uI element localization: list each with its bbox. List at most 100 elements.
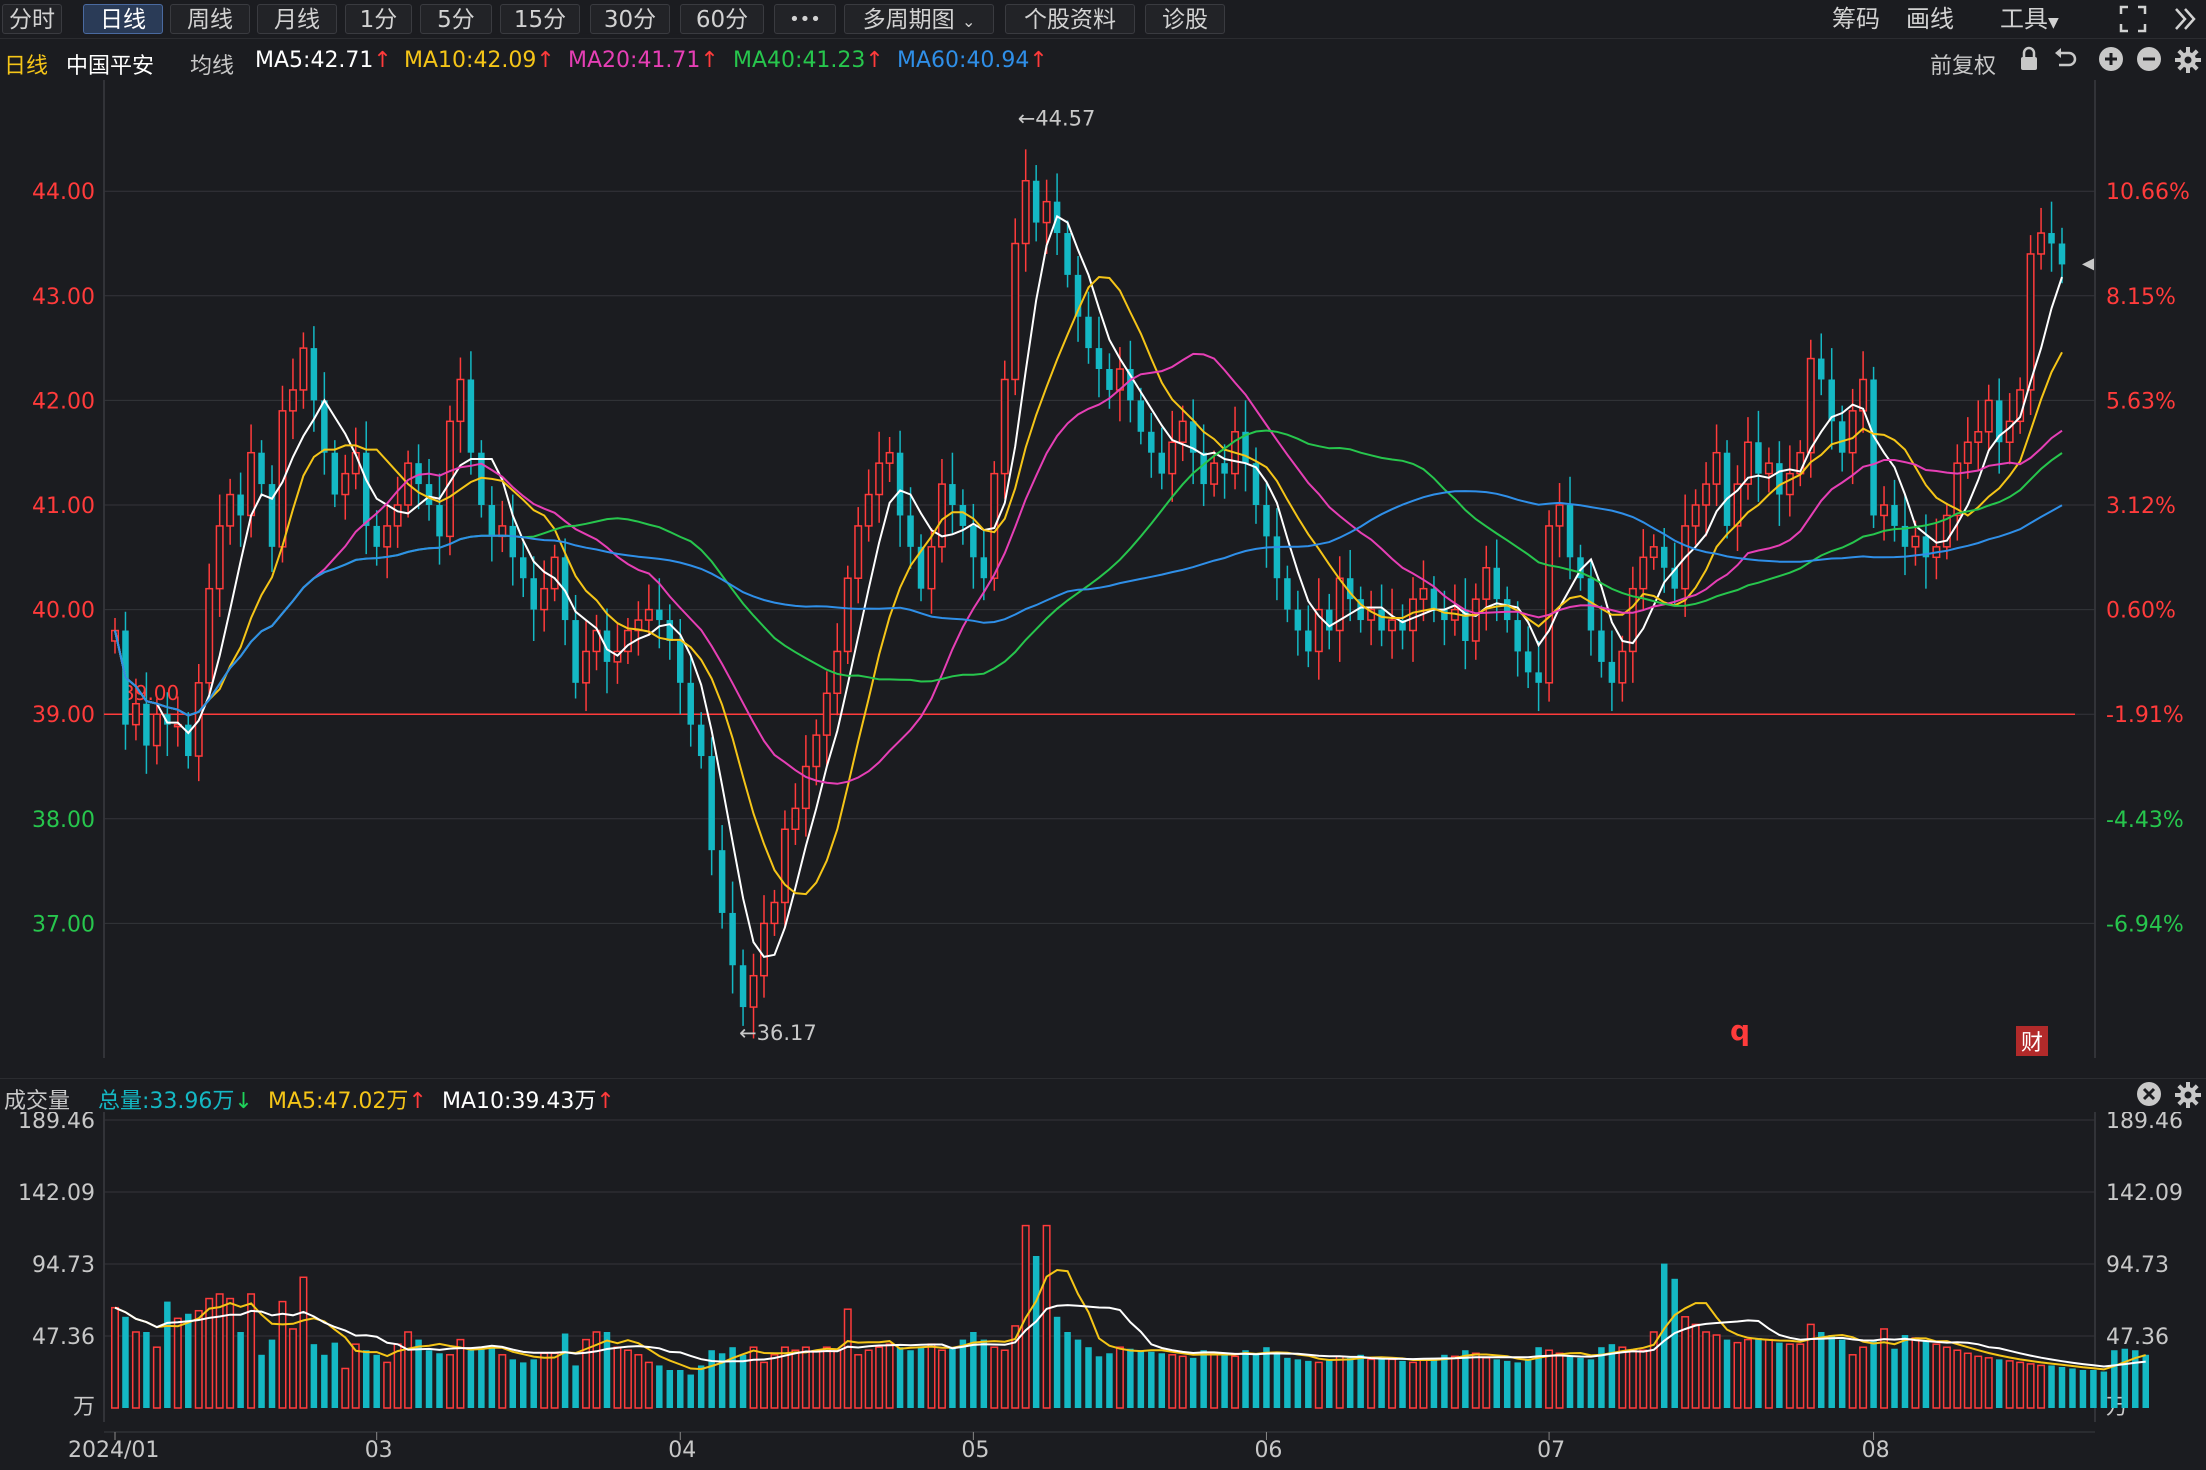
price-tick-label: 40.00 (32, 599, 95, 624)
candle-body (749, 974, 758, 1008)
candle-body (1168, 441, 1177, 475)
candle-body (1503, 599, 1511, 621)
volume-ma10-text: MA10:39.43万 (442, 1089, 597, 1114)
volume-bar (341, 1367, 350, 1409)
volume-bar (2037, 1364, 2046, 1409)
candle-body (1294, 609, 1302, 631)
tab-daily[interactable]: 日线 (83, 4, 163, 34)
tab-intraday[interactable]: 分时 (2, 4, 62, 34)
stock-info-button[interactable]: 个股资料 (1005, 4, 1135, 34)
diagnose-button[interactable]: 诊股 (1145, 4, 1225, 34)
volume-bar (1231, 1355, 1240, 1409)
candle-body (572, 620, 579, 683)
candle-body (718, 850, 726, 913)
price-tick-label: 44.00 (32, 180, 95, 205)
more-button[interactable]: ••• (774, 4, 836, 34)
volume-bar (425, 1350, 433, 1408)
candle-body (1660, 546, 1668, 568)
candle-body (980, 557, 988, 579)
zoom-out-icon[interactable] (2136, 46, 2162, 78)
candle-body (299, 347, 308, 391)
volume-bar (1755, 1338, 1762, 1408)
tab-monthly[interactable]: 月线 (257, 4, 337, 34)
volume-bar (1127, 1348, 1134, 1408)
tab-5min[interactable]: 5分 (420, 4, 492, 34)
candle-body (1838, 421, 1846, 453)
candle-body (331, 452, 339, 495)
tab-weekly[interactable]: 周线 (170, 4, 250, 34)
chips-button[interactable]: 筹码 (1832, 4, 1880, 34)
volume-ma10: MA10:39.43万↑ (442, 1083, 615, 1115)
volume-bar (1870, 1341, 1877, 1408)
tab-1min[interactable]: 1分 (345, 4, 412, 34)
volume-bar (299, 1276, 308, 1409)
candle-body (205, 587, 214, 684)
adjust-toggle[interactable]: 前复权 (1930, 48, 1996, 80)
volume-bar (1743, 1338, 1752, 1409)
volume-bar (550, 1352, 559, 1409)
volume-bar (822, 1346, 831, 1409)
total-volume: 总量:33.96万↓ (98, 1083, 253, 1115)
fullscreen-icon[interactable] (2118, 4, 2148, 34)
tools-menu[interactable]: 工具▼ (2000, 4, 2059, 34)
volume-bar (1378, 1357, 1385, 1408)
volume-tick-label: 47.36 (32, 1325, 95, 1350)
tab-30min[interactable]: 30分 (590, 4, 670, 34)
volume-bar (1806, 1323, 1815, 1409)
draw-line-button[interactable]: 画线 (1906, 4, 1954, 34)
volume-bar (1419, 1358, 1428, 1409)
volume-bar (801, 1346, 810, 1409)
volume-bar (1242, 1350, 1249, 1408)
volume-bar (677, 1369, 684, 1408)
volume-bar (1764, 1338, 1773, 1409)
lock-icon[interactable] (2018, 46, 2040, 78)
volume-bar (478, 1347, 485, 1408)
candle-body (341, 472, 350, 496)
volume-bar (194, 1309, 203, 1409)
candle-body (1723, 452, 1731, 526)
candle-body (1859, 378, 1868, 412)
date-tick-label: 07 (1537, 1438, 1565, 1463)
close-panel-icon[interactable] (2136, 1081, 2162, 1113)
candle-body (949, 484, 956, 505)
candle-body (1702, 483, 1711, 506)
candle-body (247, 451, 256, 517)
multi-period-dropdown[interactable]: 多周期图 ⌄ (844, 4, 994, 34)
ma-label[interactable]: 均线 (190, 48, 234, 80)
undo-icon[interactable] (2052, 46, 2078, 78)
volume-bar (1984, 1357, 1993, 1409)
volume-bar (1335, 1355, 1344, 1409)
financial-report-marker[interactable]: 财 (2021, 1031, 2043, 1056)
tab-60min[interactable]: 60分 (680, 4, 764, 34)
candle-body (1085, 316, 1092, 349)
volume-chart[interactable]: 47.36 47.36 94.73 94.73 142.09 142.09 189.46 18… (0, 1112, 2206, 1470)
volume-bar (1367, 1358, 1376, 1409)
event-marker-q[interactable]: q (1730, 1014, 1750, 1047)
volume-bar (1514, 1362, 1521, 1408)
candle-body (1535, 672, 1542, 683)
volume-bar (1305, 1360, 1312, 1408)
volume-bar (488, 1347, 496, 1408)
candle-body (1806, 357, 1815, 454)
candle-body (1566, 505, 1574, 558)
tools-label: 工具 (2000, 5, 2048, 33)
settings-gear-icon[interactable] (2174, 46, 2202, 80)
tab-15min[interactable]: 15分 (500, 4, 580, 34)
candle-body (530, 578, 537, 610)
volume-bar (1618, 1346, 1627, 1409)
volume-bar (362, 1350, 370, 1408)
candle-body (582, 650, 591, 684)
price-tick-label: 43.00 (32, 285, 95, 310)
volume-bar (1326, 1359, 1333, 1408)
volume-settings-gear-icon[interactable] (2174, 1081, 2202, 1115)
candle-body (1755, 442, 1762, 474)
candle-body (1000, 378, 1009, 475)
volume-bar (1074, 1339, 1082, 1408)
volume-bar (1221, 1354, 1228, 1408)
candlestick-chart[interactable]: 37.00 38.00 39.00 40.00 41.00 42.00 43.00 44.00… (0, 80, 2206, 1058)
volume-bar (937, 1349, 946, 1409)
caret-down-icon: ▼ (2048, 15, 2059, 31)
zoom-in-icon[interactable] (2098, 46, 2124, 78)
collapse-panel-icon[interactable] (2172, 4, 2198, 34)
volume-tick-label: 142.09 (18, 1181, 95, 1206)
